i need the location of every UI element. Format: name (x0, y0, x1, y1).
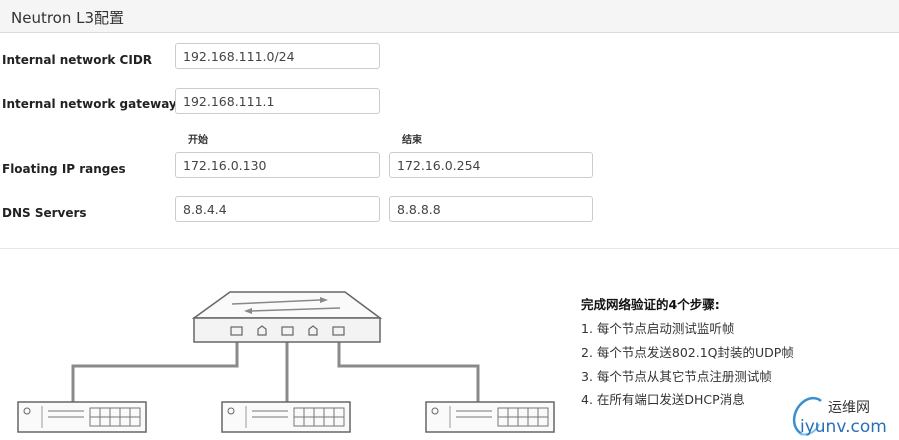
dns-primary-input[interactable]: 8.8.4.4 (175, 196, 380, 222)
range-end-label: 结束 (402, 135, 422, 146)
dns-secondary-input[interactable]: 8.8.8.8 (389, 196, 593, 222)
gateway-input[interactable]: 192.168.111.1 (175, 88, 380, 114)
page-title: Neutron L3配置 (11, 9, 125, 27)
floating-ip-label: Floating IP ranges (2, 162, 126, 176)
verification-step: 4. 在所有端口发送DHCP消息 (581, 392, 745, 407)
server-icon (425, 401, 555, 433)
watermark-name: 运维网 (828, 400, 870, 416)
switch-icon (191, 291, 383, 343)
server-icon (221, 401, 351, 433)
floating-ip-start-input[interactable]: 172.16.0.130 (175, 152, 380, 178)
floating-ip-end-input[interactable]: 172.16.0.254 (389, 152, 593, 178)
verification-title: 完成网络验证的4个步骤: (581, 297, 720, 312)
network-diagram (17, 291, 555, 433)
range-start-label: 开始 (188, 135, 208, 146)
network-cables (71, 334, 480, 405)
watermark-logo: 运维网 iyunv.com (793, 396, 887, 437)
section-divider (0, 248, 899, 249)
verification-step: 3. 每个节点从其它节点注册测试帧 (581, 369, 772, 384)
gateway-label: Internal network gateway (2, 97, 177, 111)
verification-step: 2. 每个节点发送802.1Q封装的UDP帧 (581, 345, 794, 360)
panel-header: Neutron L3配置 (0, 0, 899, 33)
verification-step: 1. 每个节点启动测试监听帧 (581, 321, 735, 336)
server-icon (17, 401, 147, 433)
cidr-label: Internal network CIDR (2, 53, 153, 67)
dns-label: DNS Servers (2, 206, 87, 220)
cidr-input[interactable]: 192.168.111.0/24 (175, 43, 380, 69)
watermark-url: iyunv.com (800, 417, 887, 437)
